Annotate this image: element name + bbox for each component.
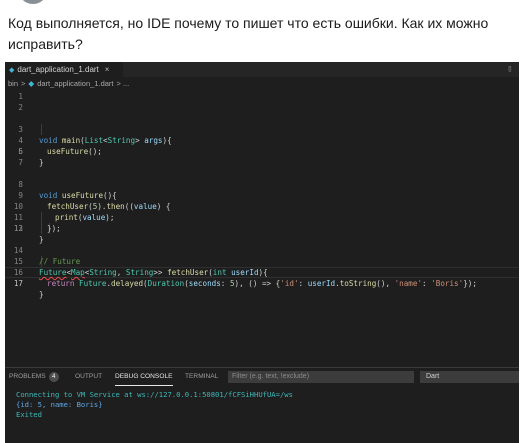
code-line: 9 fetchUser(5).then((value) {: [5, 179, 519, 211]
code-line: 5 }: [5, 135, 519, 167]
code-line: 6: [5, 146, 519, 157]
code-text: }: [39, 290, 44, 299]
code-line: 4 useFuture();: [5, 124, 519, 156]
code-line: 16 return Future.delayed(Duration(second…: [5, 256, 519, 288]
line-number: 2: [18, 103, 23, 112]
ide-screenshot: ◆ dart_application_1.dart × ▯ bin > ◆ dart_ap…: [5, 62, 519, 443]
code-line: 1: [5, 91, 519, 102]
line-number: 6: [18, 147, 23, 156]
breadcrumb-tail[interactable]: > ...: [117, 79, 130, 88]
question-line-1: Код выполняется, но IDE почему то пишет …: [8, 15, 489, 31]
code-line: 7: [5, 157, 519, 168]
user-avatar[interactable]: [18, 0, 48, 4]
code-line: 17 }: [5, 267, 519, 299]
editor-tab-bar: ◆ dart_application_1.dart × ▯: [5, 62, 519, 77]
console-line: Exited: [16, 410, 42, 419]
code-line: 8 void useFuture(){: [5, 168, 519, 200]
question-line-2: исправить?: [8, 36, 83, 52]
line-number: 1: [18, 92, 23, 101]
breadcrumb-file[interactable]: dart_application_1.dart: [37, 79, 113, 88]
line-number: 13: [13, 224, 23, 233]
line-number: 7: [18, 158, 23, 167]
question-text: Код выполняется, но IDE почему то пишет …: [8, 13, 508, 55]
problems-count-badge: 4: [48, 372, 59, 382]
tab-output[interactable]: OUTPUT: [75, 368, 102, 386]
panel-tabs: PROBLEMS 4 OUTPUT DEBUG CONSOLE TERMINAL …: [5, 368, 519, 386]
code-line: 12 }: [5, 212, 519, 244]
code-line: 3 void main(List<String> args){: [5, 113, 519, 145]
line-number: 17: [13, 279, 23, 288]
code-text: return Future.delayed(Duration(seconds: …: [47, 279, 477, 288]
breadcrumb-folder[interactable]: bin: [8, 79, 18, 88]
tab-problems[interactable]: PROBLEMS 4: [9, 368, 59, 386]
code-editor[interactable]: 1 2 3 void main(List<String> args){ 4 us…: [5, 91, 519, 381]
console-line: Connecting to VM Service at ws://127.0.0…: [16, 390, 293, 399]
breadcrumb: bin > ◆ dart_application_1.dart > ...: [5, 77, 519, 90]
bottom-panel: PROBLEMS 4 OUTPUT DEBUG CONSOLE TERMINAL …: [5, 367, 519, 443]
tab-debug-console[interactable]: DEBUG CONSOLE: [115, 368, 173, 386]
tab-terminal[interactable]: TERMINAL: [185, 368, 218, 386]
console-line: {id: 5, name: Boris}: [16, 400, 103, 409]
split-editor-icon[interactable]: ▯: [504, 63, 516, 75]
dart-file-icon: ◆: [28, 79, 35, 88]
code-line: 10 print(value);: [5, 190, 519, 222]
editor-tab[interactable]: ◆ dart_application_1.dart ×: [5, 62, 123, 77]
close-icon[interactable]: ×: [105, 65, 110, 74]
debug-session-select[interactable]: Dart: [420, 371, 519, 383]
console-filter-input[interactable]: Filter (e.g. text, !exclude): [228, 371, 414, 383]
code-line: 14 // Future: [5, 234, 519, 266]
breadcrumb-separator: >: [21, 79, 26, 88]
code-line: 2: [5, 102, 519, 113]
code-line: 13: [5, 223, 519, 234]
code-line: 15 Future<Map<String, String>> fetchUser…: [5, 245, 519, 277]
code-line: 11 });: [5, 201, 519, 233]
dart-file-icon: ◆: [9, 67, 15, 74]
tab-label: dart_application_1.dart: [17, 65, 99, 74]
